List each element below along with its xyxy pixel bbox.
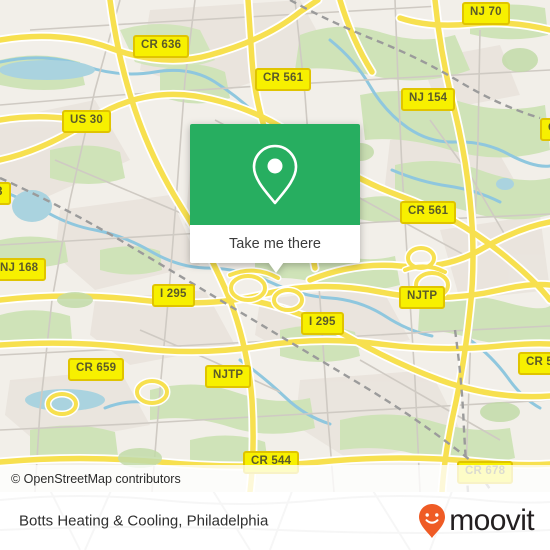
popup-tail <box>268 262 284 273</box>
map-attribution-bar: © OpenStreetMap contributors <box>0 465 550 492</box>
road-shield-cr-636: CR 636 <box>133 35 190 58</box>
road-shield-cr-56x: CR 56 <box>518 352 550 375</box>
road-shield-i-295-e: I 295 <box>301 312 344 335</box>
place-title: Botts Heating & Cooling, Philadelphia <box>19 512 269 530</box>
footer-bar: Botts Heating & Cooling, Philadelphia mo… <box>0 492 550 550</box>
map-page: NJ 70 CR 636 CR 561 NJ 154 US 30 C 8 CR 561 NJ 1… <box>0 0 550 550</box>
moovit-pin-icon <box>419 504 446 538</box>
moovit-brand[interactable]: moovit <box>417 503 535 539</box>
location-popup-card[interactable]: Take me there <box>190 124 360 273</box>
location-pin-icon <box>252 144 298 204</box>
road-shield-i-295-w: I 295 <box>152 284 195 307</box>
road-shield-edge-r1: C <box>540 118 550 141</box>
popup-body: Take me there <box>190 124 360 263</box>
road-shield-cr-561-n: CR 561 <box>255 68 312 91</box>
popup-header <box>190 124 360 225</box>
attribution-text[interactable]: © OpenStreetMap contributors <box>11 472 181 486</box>
road-shield-edge-l1: 8 <box>0 182 11 205</box>
road-shield-cr-659: CR 659 <box>68 358 125 381</box>
road-shield-njtp-e: NJTP <box>399 286 446 309</box>
road-shield-us-30: US 30 <box>62 110 111 133</box>
moovit-wordmark: moovit <box>449 504 534 537</box>
road-shield-nj-154: NJ 154 <box>401 88 456 111</box>
road-shield-nj-70: NJ 70 <box>462 2 510 25</box>
road-shield-cr-561-e: CR 561 <box>400 201 457 224</box>
take-me-there-label[interactable]: Take me there <box>190 225 360 263</box>
road-shield-njtp-s: NJTP <box>205 365 252 388</box>
road-shield-nj-168: NJ 168 <box>0 258 47 281</box>
map-canvas[interactable]: NJ 70 CR 636 CR 561 NJ 154 US 30 C 8 CR 561 NJ 1… <box>0 0 550 492</box>
